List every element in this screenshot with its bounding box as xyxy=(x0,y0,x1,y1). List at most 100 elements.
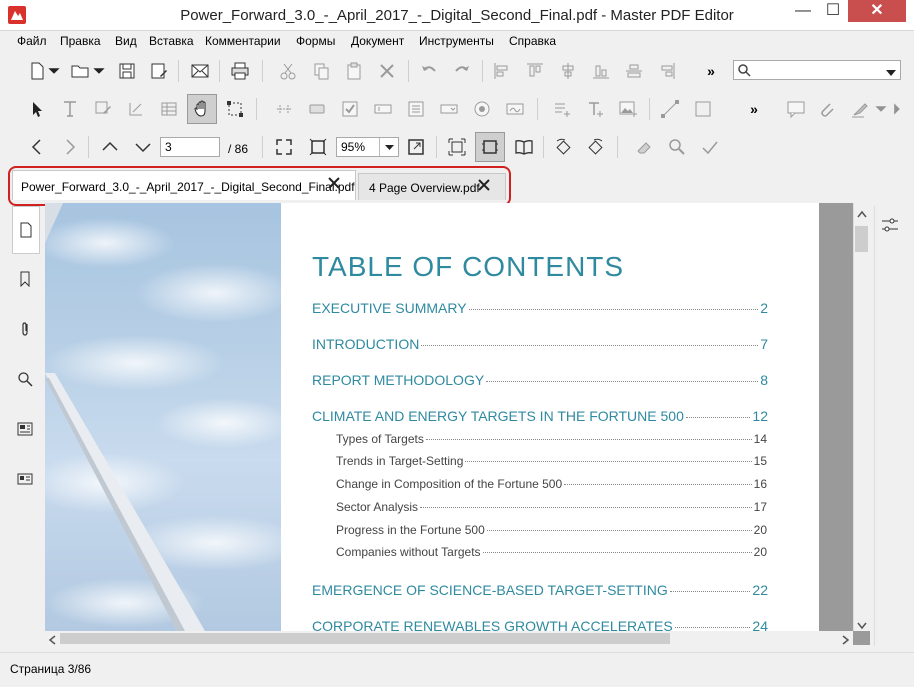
next-page-icon[interactable] xyxy=(131,135,155,159)
attachment-icon[interactable] xyxy=(815,97,839,121)
open-folder-icon[interactable] xyxy=(68,59,92,83)
save-as-icon[interactable] xyxy=(147,59,171,83)
menu-tools[interactable]: Инструменты xyxy=(419,34,494,48)
single-page-view-icon[interactable] xyxy=(445,135,469,159)
select-arrow-icon[interactable] xyxy=(25,97,49,121)
edit-table-icon[interactable] xyxy=(157,97,181,121)
horizontal-scrollbar-thumb[interactable] xyxy=(60,633,670,644)
align-bottom-icon[interactable] xyxy=(589,59,613,83)
toc-entry[interactable]: INTRODUCTION 7 xyxy=(312,336,768,352)
close-button[interactable]: ✕ xyxy=(848,0,906,22)
continuous-view-icon[interactable] xyxy=(475,132,505,162)
rectangle-tool-icon[interactable] xyxy=(691,97,715,121)
toolbar2-overflow-button[interactable]: » xyxy=(743,97,765,121)
toc-entry[interactable]: EXECUTIVE SUMMARY 2 xyxy=(312,300,768,316)
undo-icon[interactable] xyxy=(417,59,441,83)
button-field-icon[interactable] xyxy=(305,97,329,121)
checkbox-field-icon[interactable] xyxy=(338,97,362,121)
toolbar2-more-icon[interactable] xyxy=(890,97,904,121)
rotate-right-icon[interactable] xyxy=(584,135,608,159)
print-icon[interactable] xyxy=(228,59,252,83)
align-top-icon[interactable] xyxy=(523,59,547,83)
search-dropdown-icon[interactable] xyxy=(886,66,896,80)
search-input[interactable] xyxy=(733,60,901,80)
new-dropdown-icon[interactable] xyxy=(47,59,61,83)
page-number-input[interactable]: 3 xyxy=(160,137,220,157)
maximize-button[interactable]: ☐ xyxy=(818,0,848,22)
edit-forms-icon[interactable] xyxy=(124,97,148,121)
scroll-left-icon[interactable] xyxy=(48,634,56,648)
attachments-panel-icon[interactable] xyxy=(12,306,38,352)
redo-icon[interactable] xyxy=(450,59,474,83)
menu-document[interactable]: Документ xyxy=(351,34,404,48)
toc-subentry[interactable]: Change in Composition of the Fortune 500… xyxy=(336,477,767,491)
delete-icon[interactable] xyxy=(375,59,399,83)
list-field-icon[interactable] xyxy=(404,97,428,121)
eraser-icon[interactable] xyxy=(632,135,656,159)
search-panel-icon[interactable] xyxy=(12,356,38,402)
cut-icon[interactable] xyxy=(276,59,300,83)
text-field-icon[interactable] xyxy=(371,97,395,121)
menu-comments[interactable]: Комментарии xyxy=(205,34,281,48)
combo-field-icon[interactable] xyxy=(437,97,461,121)
align-middle-icon[interactable] xyxy=(622,59,646,83)
menu-insert[interactable]: Вставка xyxy=(149,34,194,48)
zoom-dropdown-icon[interactable] xyxy=(379,138,399,156)
two-page-view-icon[interactable] xyxy=(512,135,536,159)
hand-tool-icon[interactable] xyxy=(187,94,217,124)
toolbar-overflow-button[interactable]: » xyxy=(700,59,722,83)
vertical-scrollbar-thumb[interactable] xyxy=(855,226,868,252)
toc-entry[interactable]: REPORT METHODOLOGY 8 xyxy=(312,372,768,388)
toc-subentry[interactable]: Progress in the Fortune 500 20 xyxy=(336,523,767,537)
toc-entry[interactable]: EMERGENCE OF SCIENCE-BASED TARGET-SETTIN… xyxy=(312,582,768,598)
save-icon[interactable] xyxy=(115,59,139,83)
align-right-icon[interactable] xyxy=(655,59,679,83)
toc-subentry[interactable]: Trends in Target-Setting 15 xyxy=(336,454,767,468)
scroll-up-icon[interactable] xyxy=(857,207,867,221)
menu-edit[interactable]: Правка xyxy=(60,34,101,48)
menu-help[interactable]: Справка xyxy=(509,34,556,48)
toc-entry[interactable]: CLIMATE AND ENERGY TARGETS IN THE FORTUN… xyxy=(312,408,768,424)
properties-panel-icon[interactable] xyxy=(881,216,899,237)
link-tool-icon[interactable] xyxy=(272,97,296,121)
open-dropdown-icon[interactable] xyxy=(92,59,106,83)
align-center-icon[interactable] xyxy=(556,59,580,83)
toc-subentry[interactable]: Companies without Targets 20 xyxy=(336,545,767,559)
text-edit-icon[interactable] xyxy=(58,97,82,121)
actual-size-icon[interactable] xyxy=(272,135,296,159)
rotate-left-icon[interactable] xyxy=(551,135,575,159)
zoom-tool-icon[interactable] xyxy=(665,135,689,159)
signature-field-icon[interactable] xyxy=(503,97,527,121)
align-left-icon[interactable] xyxy=(490,59,514,83)
toc-subentry[interactable]: Sector Analysis 17 xyxy=(336,500,767,514)
copy-icon[interactable] xyxy=(309,59,333,83)
paste-icon[interactable] xyxy=(342,59,366,83)
signatures-panel-icon[interactable] xyxy=(12,456,38,502)
bookmarks-panel-icon[interactable] xyxy=(12,256,38,302)
radio-field-icon[interactable] xyxy=(470,97,494,121)
layers-panel-icon[interactable] xyxy=(12,406,38,452)
toc-subentry[interactable]: Types of Targets 14 xyxy=(336,432,767,446)
select-area-icon[interactable] xyxy=(223,97,247,121)
email-icon[interactable] xyxy=(188,59,212,83)
edit-object-icon[interactable] xyxy=(91,97,115,121)
insert-image-icon[interactable] xyxy=(616,97,640,121)
highlighter-dropdown-icon[interactable] xyxy=(874,97,888,121)
fit-width-icon[interactable] xyxy=(404,135,428,159)
previous-page-icon[interactable] xyxy=(98,135,122,159)
highlighter-icon[interactable] xyxy=(848,97,872,121)
fit-page-icon[interactable] xyxy=(306,135,330,159)
insert-text-icon[interactable] xyxy=(550,97,574,121)
pages-panel-icon[interactable] xyxy=(12,206,40,254)
forward-icon[interactable] xyxy=(58,135,82,159)
approve-icon[interactable] xyxy=(698,135,722,159)
vertical-scrollbar[interactable] xyxy=(853,203,870,631)
scroll-right-icon[interactable] xyxy=(842,634,850,648)
new-document-icon[interactable] xyxy=(25,59,49,83)
menu-forms[interactable]: Формы xyxy=(296,34,335,48)
back-icon[interactable] xyxy=(25,135,49,159)
menu-file[interactable]: Файл xyxy=(17,34,47,48)
menu-view[interactable]: Вид xyxy=(115,34,137,48)
comment-icon[interactable] xyxy=(784,97,808,121)
add-text-icon[interactable] xyxy=(583,97,607,121)
